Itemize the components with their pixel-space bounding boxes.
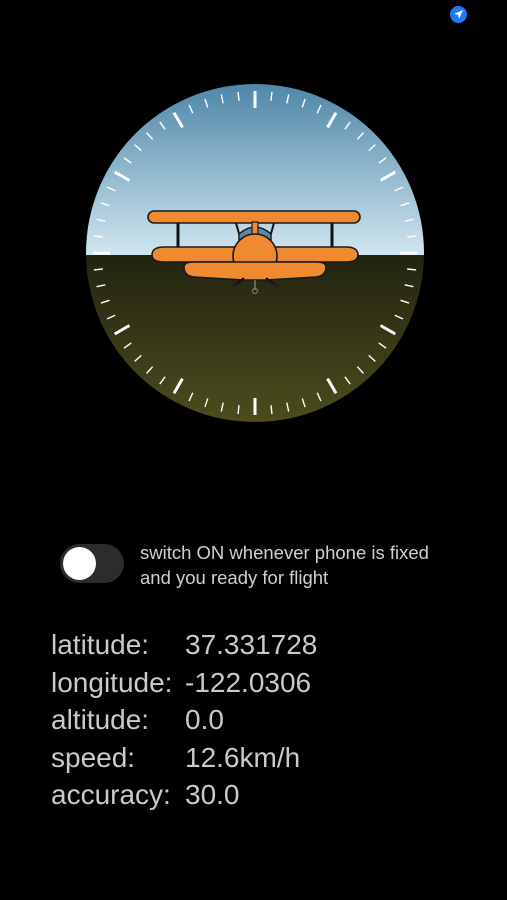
minor-tick: [237, 405, 240, 415]
speed-row: speed: 12.6km/h: [51, 739, 471, 777]
minor-tick: [407, 235, 417, 238]
latitude-label: latitude:: [51, 629, 150, 660]
altitude-row: altitude: 0.0: [51, 701, 471, 739]
speed-label: speed:: [51, 741, 136, 773]
flight-ready-row: switch ON whenever phone is fixed and yo…: [60, 540, 480, 590]
accuracy-row: accuracy: 30.0: [51, 776, 471, 814]
minor-tick: [93, 268, 103, 271]
accuracy-value: 30.0: [185, 779, 240, 811]
accuracy-label: accuracy:: [51, 779, 171, 811]
minor-tick: [93, 235, 103, 238]
app-screen: switch ON whenever phone is fixed and yo…: [0, 0, 507, 900]
minor-tick: [237, 91, 240, 101]
latitude-row: latitude: 37.331728: [51, 626, 471, 664]
altitude-label: altitude:: [51, 704, 150, 736]
longitude-row: longitude: -122.0306: [51, 664, 471, 702]
minor-tick: [270, 405, 273, 415]
speed-value: 12.6km/h: [185, 741, 301, 773]
longitude-label: longitude:: [51, 666, 173, 698]
toggle-label: switch ON whenever phone is fixed and yo…: [140, 542, 429, 588]
longitude-value: -122.0306: [185, 666, 312, 698]
location-arrow-icon: [450, 6, 467, 23]
minor-tick: [407, 268, 417, 271]
toggle-knob: [63, 547, 96, 580]
latitude-value: 37.331728: [185, 629, 318, 660]
flight-ready-toggle[interactable]: [60, 544, 124, 583]
attitude-indicator: [86, 84, 424, 422]
minor-tick: [270, 91, 273, 101]
altitude-value: 0.0: [185, 704, 224, 736]
